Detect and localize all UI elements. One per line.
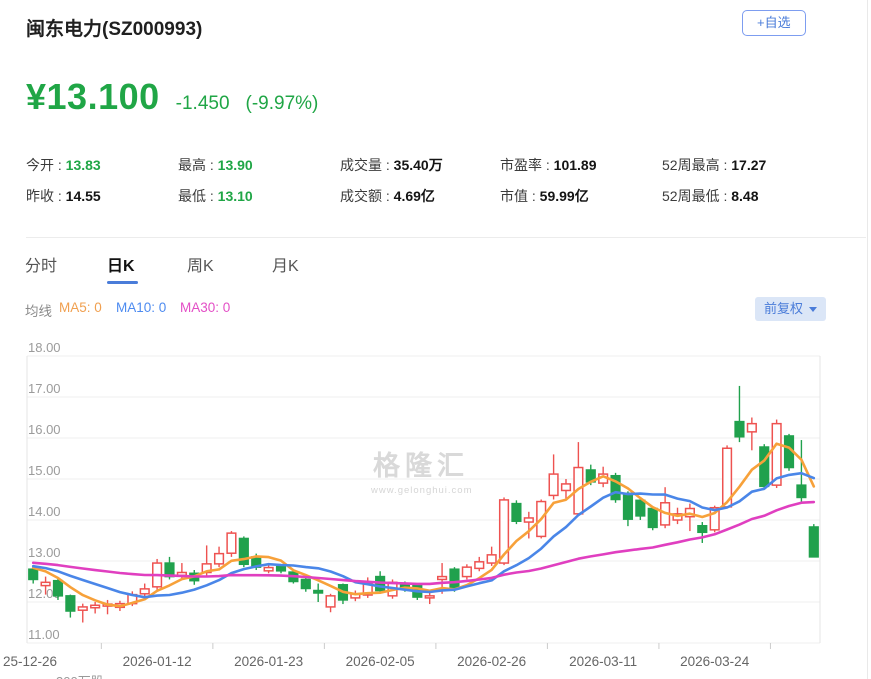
ma5-line bbox=[33, 444, 814, 607]
stat-item: 最低 : 13.10 bbox=[178, 186, 253, 217]
tab-0[interactable]: 分时 bbox=[25, 252, 57, 276]
stat-item: 52周最低 : 8.48 bbox=[662, 186, 766, 217]
adjust-type-label: 前复权 bbox=[764, 297, 803, 321]
ma10-line bbox=[33, 473, 814, 597]
quote-price-block: ¥13.100 -1.450 (-9.97%) bbox=[26, 76, 318, 118]
stat-item: 市盈率 : 101.89 bbox=[500, 155, 597, 186]
tab-3[interactable]: 月K bbox=[272, 252, 299, 276]
stat-label: 成交量 : bbox=[340, 157, 394, 173]
stat-value: 17.27 bbox=[731, 157, 766, 173]
svg-text:2026-01-23: 2026-01-23 bbox=[234, 654, 303, 669]
stat-column: 市盈率 : 101.89市值 : 59.99亿 bbox=[500, 155, 597, 217]
stat-label: 最高 : bbox=[178, 157, 218, 173]
ma-legend-item-ma30: MA30: 0 bbox=[180, 300, 230, 315]
stat-value: 4.69亿 bbox=[394, 188, 435, 204]
tab-1[interactable]: 日K bbox=[107, 252, 135, 276]
ma-legend-title: 均线 bbox=[25, 300, 52, 320]
caret-down-icon bbox=[809, 307, 817, 312]
svg-text:18.00: 18.00 bbox=[28, 340, 61, 355]
candles bbox=[29, 386, 818, 623]
stat-label: 市盈率 : bbox=[500, 157, 554, 173]
kline-chart[interactable]: 18.0017.0016.0015.0014.0013.0012.0011.00… bbox=[0, 330, 871, 679]
tab-active-underline bbox=[107, 281, 138, 284]
stat-value: 14.55 bbox=[66, 188, 101, 204]
stat-value: 13.10 bbox=[218, 188, 253, 204]
x-axis-labels: 25-12-26 2026-01-12 2026-01-23 2026-02-05 20… bbox=[3, 654, 750, 669]
stat-label: 市值 : bbox=[500, 188, 540, 204]
stat-value: 101.89 bbox=[554, 157, 597, 173]
stat-value: 13.83 bbox=[66, 157, 101, 173]
svg-text:25-12-26: 25-12-26 bbox=[3, 654, 57, 669]
grid: 18.0017.0016.0015.0014.0013.0012.0011.00 bbox=[27, 340, 820, 649]
stat-label: 成交额 : bbox=[340, 188, 394, 204]
page-title: 闽东电力(SZ000993) bbox=[26, 14, 202, 41]
current-price: ¥13.100 bbox=[26, 76, 160, 118]
stat-item: 成交量 : 35.40万 bbox=[340, 155, 443, 186]
chart-period-tabs: 分时 日K 周K 月K bbox=[0, 250, 871, 286]
svg-text:2026-03-11: 2026-03-11 bbox=[569, 654, 637, 669]
stat-column: 今开 : 13.83昨收 : 14.55 bbox=[26, 155, 101, 217]
stat-item: 昨收 : 14.55 bbox=[26, 186, 101, 217]
stat-label: 今开 : bbox=[26, 157, 66, 173]
stat-value: 13.90 bbox=[218, 157, 253, 173]
stat-value: 35.40万 bbox=[394, 157, 443, 173]
ma-legend: 均线 MA5: 0 MA10: 0 MA30: 0 bbox=[0, 300, 871, 320]
svg-text:2026-02-05: 2026-02-05 bbox=[346, 654, 415, 669]
stat-item: 市值 : 59.99亿 bbox=[500, 186, 597, 217]
stat-label: 52周最高 : bbox=[662, 157, 731, 173]
price-change: -1.450 bbox=[176, 93, 230, 118]
stat-column: 成交量 : 35.40万成交额 : 4.69亿 bbox=[340, 155, 443, 217]
stat-value: 8.48 bbox=[731, 188, 758, 204]
stock-quote-page: 闽东电力(SZ000993) +自选 ¥13.100 -1.450 (-9.97… bbox=[0, 0, 871, 679]
adjust-type-dropdown[interactable]: 前复权 bbox=[755, 297, 826, 321]
svg-text:11.00: 11.00 bbox=[28, 627, 60, 642]
svg-text:16.00: 16.00 bbox=[28, 422, 61, 437]
price-change-percent: (-9.97%) bbox=[246, 93, 319, 118]
svg-text:2026-01-12: 2026-01-12 bbox=[123, 654, 192, 669]
stat-item: 52周最高 : 17.27 bbox=[662, 155, 766, 186]
svg-text:17.00: 17.00 bbox=[28, 381, 61, 396]
kline-svg: 18.0017.0016.0015.0014.0013.0012.0011.00… bbox=[0, 330, 871, 679]
stat-column: 52周最高 : 17.2752周最低 : 8.48 bbox=[662, 155, 766, 217]
add-watchlist-button[interactable]: +自选 bbox=[742, 10, 806, 36]
ma-legend-item-ma10: MA10: 0 bbox=[116, 300, 166, 315]
ma-legend-item-ma5: MA5: 0 bbox=[59, 300, 102, 315]
page-right-edge bbox=[867, 0, 868, 679]
section-divider bbox=[26, 237, 866, 238]
stat-column: 最高 : 13.90最低 : 13.10 bbox=[178, 155, 253, 217]
svg-text:2026-02-26: 2026-02-26 bbox=[457, 654, 526, 669]
stat-item: 成交额 : 4.69亿 bbox=[340, 186, 443, 217]
svg-text:13.00: 13.00 bbox=[28, 545, 61, 560]
volume-axis-label: 300万股 bbox=[56, 671, 104, 679]
stat-label: 52周最低 : bbox=[662, 188, 731, 204]
stat-label: 昨收 : bbox=[26, 188, 66, 204]
svg-text:14.00: 14.00 bbox=[28, 504, 61, 519]
stat-item: 最高 : 13.90 bbox=[178, 155, 253, 186]
svg-text:2026-03-24: 2026-03-24 bbox=[680, 654, 750, 669]
tab-2[interactable]: 周K bbox=[187, 252, 214, 276]
stat-value: 59.99亿 bbox=[540, 188, 589, 204]
stat-item: 今开 : 13.83 bbox=[26, 155, 101, 186]
svg-text:15.00: 15.00 bbox=[28, 463, 61, 478]
stat-label: 最低 : bbox=[178, 188, 218, 204]
